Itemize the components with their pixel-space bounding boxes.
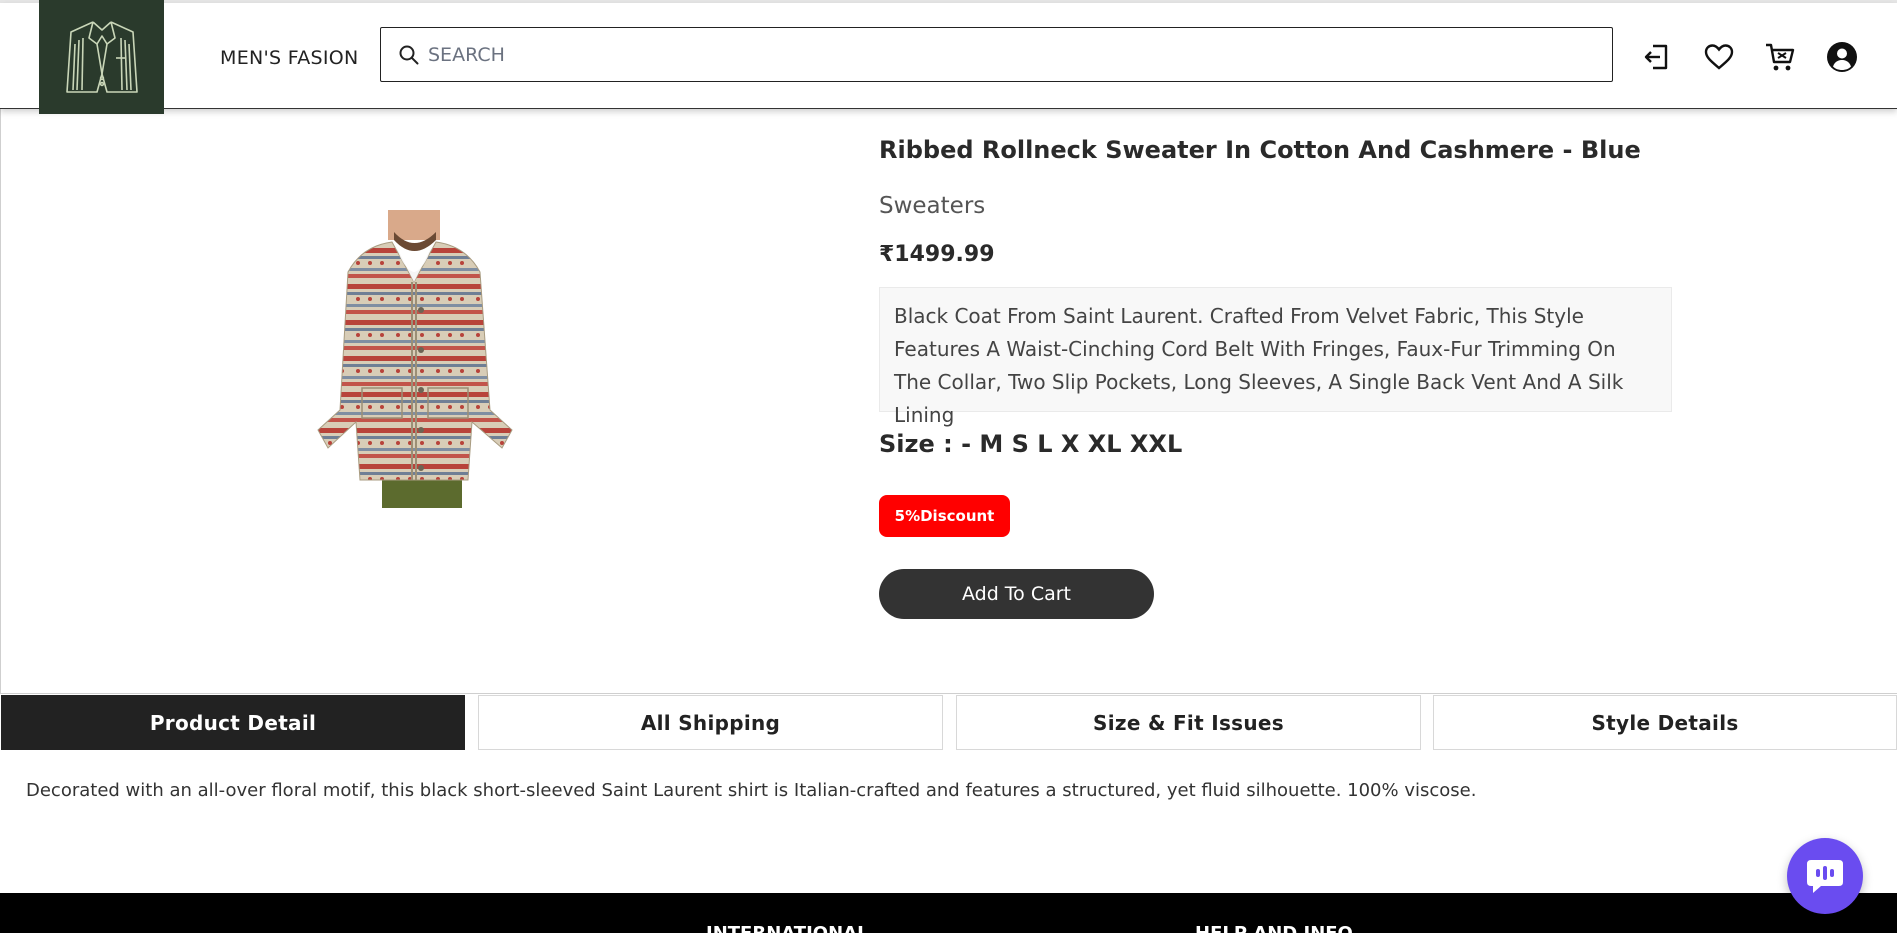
discount-badge: 5%Discount: [879, 495, 1010, 537]
site-logo[interactable]: [39, 0, 164, 114]
navbar: MEN'S FASION: [0, 3, 1897, 109]
chat-button[interactable]: [1787, 838, 1863, 914]
size-options[interactable]: M S L X XL XXL: [979, 430, 1182, 458]
login-icon[interactable]: [1641, 41, 1673, 73]
tab-style-details[interactable]: Style Details: [1433, 695, 1897, 750]
size-selector: Size : - M S L X XL XXL: [879, 430, 1182, 458]
tab-product-detail[interactable]: Product Detail: [1, 695, 465, 750]
search-input[interactable]: [426, 36, 1600, 74]
search-bar[interactable]: [380, 27, 1613, 82]
product-price: ₹1499.99: [879, 242, 995, 267]
tab-all-shipping[interactable]: All Shipping: [478, 695, 943, 750]
tabs-divider: [0, 693, 1897, 694]
tab-size-fit-issues[interactable]: Size & Fit Issues: [956, 695, 1421, 750]
cart-icon[interactable]: [1764, 41, 1796, 73]
product-description: Black Coat From Saint Laurent. Crafted F…: [879, 287, 1672, 427]
brand-name[interactable]: MEN'S FASION: [220, 47, 359, 69]
add-to-cart-button[interactable]: Add To Cart: [879, 569, 1154, 619]
user-icon[interactable]: [1826, 41, 1858, 73]
footer-heading-help: HELP AND INFO: [1195, 923, 1353, 933]
content-left-border: [0, 109, 1, 694]
chat-icon: [1807, 860, 1843, 893]
product-title: Ribbed Rollneck Sweater In Cotton And Ca…: [879, 136, 1641, 164]
footer-heading-international: INTERNATIONAL: [706, 923, 869, 933]
suit-logo-icon: [66, 21, 138, 93]
tab-content-text: Decorated with an all-over floral motif,…: [26, 780, 1477, 801]
size-label: Size : -: [879, 430, 972, 458]
search-icon: [399, 45, 419, 69]
heart-icon[interactable]: [1703, 41, 1735, 73]
footer: INTERNATIONAL HELP AND INFO: [0, 893, 1897, 933]
product-category: Sweaters: [879, 193, 986, 219]
product-image[interactable]: [312, 210, 517, 508]
